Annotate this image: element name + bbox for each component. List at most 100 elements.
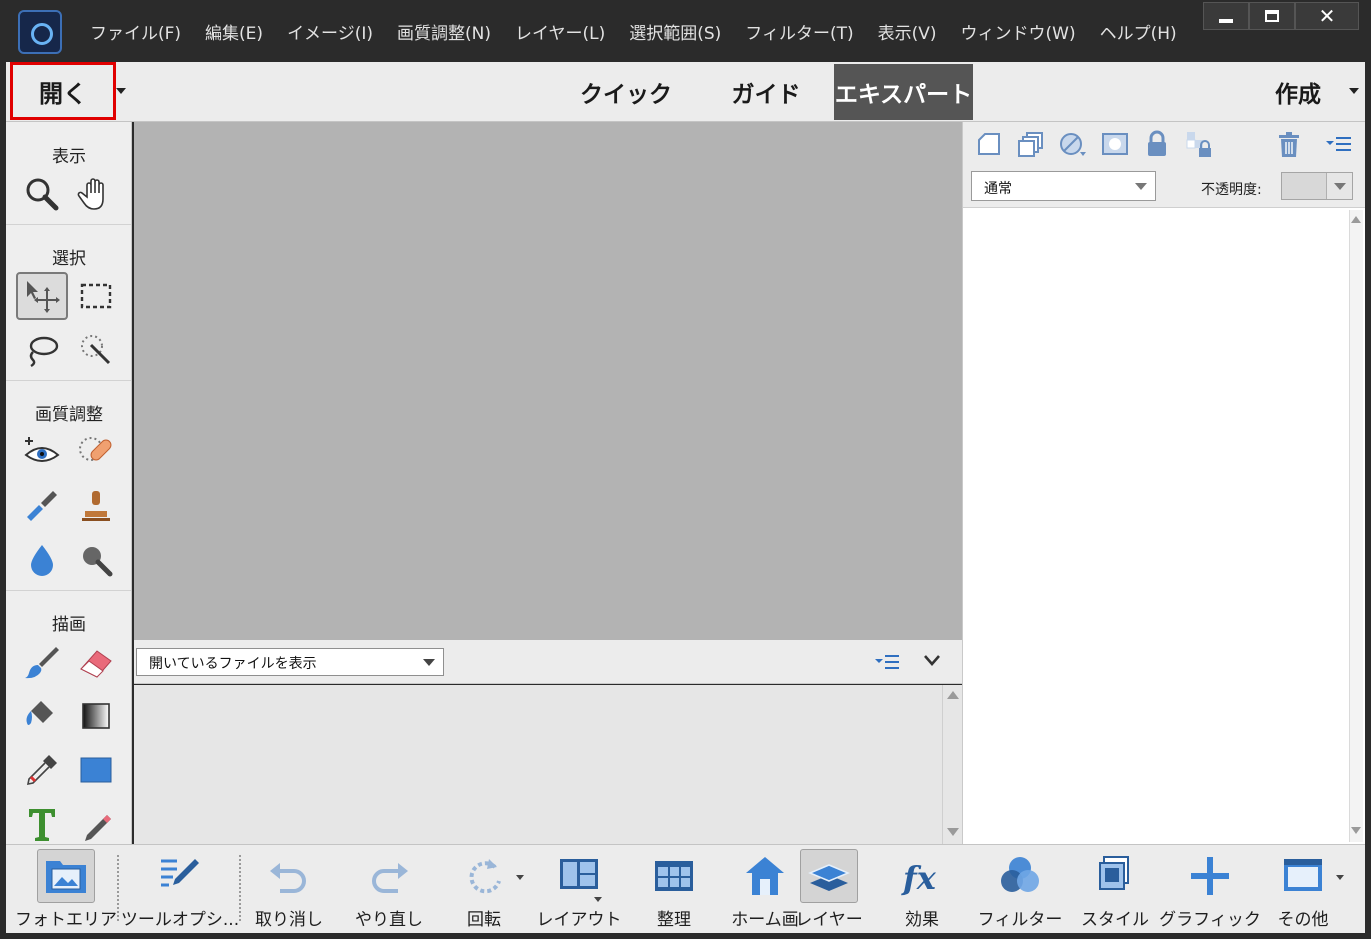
gradient-tool[interactable] <box>70 692 122 740</box>
pencil-tool[interactable] <box>70 800 122 844</box>
layout-label: レイアウト <box>536 910 622 930</box>
menu-filter[interactable]: フィルター(T) <box>733 19 865 44</box>
menu-window[interactable]: ウィンドウ(W) <box>949 19 1088 44</box>
styles-icon <box>1099 856 1129 890</box>
shape-tool[interactable] <box>70 746 122 794</box>
quick-selection-tool[interactable] <box>70 326 122 374</box>
more-label: その他 <box>1277 910 1329 930</box>
rectangle-shape-icon <box>80 757 112 783</box>
layers-panel-label: レイヤー <box>795 910 863 930</box>
paint-bucket-tool[interactable] <box>16 692 68 740</box>
eyedropper-tool[interactable] <box>16 746 68 794</box>
tool-options-button[interactable]: ツールオプシ... <box>121 849 239 931</box>
close-button[interactable]: ✕ <box>1295 2 1359 30</box>
filters-button[interactable]: フィルター <box>972 849 1068 931</box>
rotate-button[interactable]: 回転 <box>444 849 524 931</box>
brush-tool[interactable] <box>16 638 68 686</box>
chevron-down-icon[interactable] <box>1334 183 1346 190</box>
layers-panel-button[interactable]: レイヤー <box>795 849 863 931</box>
lasso-tool[interactable] <box>16 326 68 374</box>
scroll-up-icon[interactable] <box>1351 216 1361 223</box>
panel-menu-icon[interactable] <box>874 652 900 672</box>
menu-image[interactable]: イメージ(I) <box>275 19 385 44</box>
redo-label: やり直し <box>355 910 423 930</box>
menu-file[interactable]: ファイル(F) <box>78 19 193 44</box>
effects-button[interactable]: fx 効果 <box>882 849 962 931</box>
red-eye-tool[interactable] <box>16 428 68 476</box>
layout-button[interactable]: レイアウト <box>534 849 624 931</box>
redo-button[interactable]: やり直し <box>344 849 434 931</box>
maximize-button[interactable] <box>1249 2 1295 30</box>
tool-group-view: 表示 <box>52 147 86 167</box>
hand-icon <box>77 178 104 210</box>
paint-bucket-icon <box>26 701 53 725</box>
scroll-down-icon[interactable] <box>947 828 959 836</box>
scroll-up-icon[interactable] <box>947 691 959 699</box>
layer-mask-icon[interactable] <box>1101 130 1129 158</box>
window-frame <box>0 62 6 939</box>
tab-quick[interactable]: クイック <box>576 64 676 120</box>
organize-button[interactable]: 整理 <box>634 849 714 931</box>
taskbar-separator <box>239 855 241 921</box>
opacity-field[interactable] <box>1281 172 1353 200</box>
open-dropdown-icon[interactable] <box>116 88 126 94</box>
menu-help[interactable]: ヘルプ(H) <box>1088 19 1189 44</box>
create-button[interactable]: 作成 <box>1275 64 1321 120</box>
menu-select[interactable]: 選択範囲(S) <box>617 19 733 44</box>
lock-icon[interactable] <box>1143 130 1171 158</box>
rotate-dropdown-icon[interactable] <box>516 875 524 880</box>
styles-button[interactable]: スタイル <box>1070 849 1160 931</box>
clone-stamp-tool[interactable] <box>70 482 122 530</box>
opacity-label: 不透明度: <box>1201 182 1262 198</box>
more-button[interactable]: その他 <box>1268 849 1338 931</box>
collapse-chevron-icon[interactable] <box>922 650 942 670</box>
tab-expert[interactable]: エキスパート <box>834 64 973 120</box>
minimize-button[interactable] <box>1203 2 1249 30</box>
type-tool[interactable] <box>16 800 68 844</box>
menu-view[interactable]: 表示(V) <box>866 19 949 44</box>
window-frame <box>0 933 1371 939</box>
photo-bin-button[interactable]: フォトエリア <box>15 849 117 931</box>
adjustment-layer-icon[interactable] <box>1059 130 1087 158</box>
eraser-tool[interactable] <box>70 638 122 686</box>
photo-bin-select[interactable]: 開いているファイルを表示 <box>136 648 444 676</box>
layout-icon <box>560 859 598 889</box>
tool-separator <box>6 224 131 225</box>
create-dropdown-icon[interactable] <box>1349 88 1359 94</box>
image-canvas[interactable] <box>134 122 962 640</box>
tab-guided[interactable]: ガイド <box>716 64 816 120</box>
sponge-tool[interactable] <box>70 536 122 584</box>
menu-layer[interactable]: レイヤー(L) <box>503 19 617 44</box>
scroll-down-icon[interactable] <box>1351 827 1361 834</box>
lock-transparency-icon[interactable] <box>1185 130 1213 158</box>
menu-edit[interactable]: 編集(E) <box>193 19 275 44</box>
menu-enhance[interactable]: 画質調整(N) <box>385 19 503 44</box>
layers-scrollbar[interactable] <box>1349 210 1363 842</box>
graphics-button[interactable]: グラフィック <box>1159 849 1261 931</box>
rotate-label: 回転 <box>467 910 501 930</box>
new-layer-icon[interactable] <box>975 130 1003 158</box>
app-logo-icon <box>18 10 62 54</box>
marquee-tool[interactable] <box>70 272 122 320</box>
blur-tool[interactable] <box>16 536 68 584</box>
trash-icon[interactable] <box>1275 130 1303 158</box>
new-group-icon[interactable] <box>1017 130 1045 158</box>
open-button[interactable]: 開く <box>10 62 116 120</box>
layers-panel: 通常 不透明度: <box>962 122 1366 844</box>
sponge-icon <box>83 547 113 577</box>
spot-healing-tool[interactable] <box>70 428 122 476</box>
layout-dropdown-icon[interactable] <box>594 897 602 902</box>
maximize-icon <box>1265 10 1279 22</box>
photo-bin-label: フォトエリア <box>15 910 117 930</box>
smart-brush-tool[interactable] <box>16 482 68 530</box>
panel-menu-icon[interactable] <box>1325 130 1353 158</box>
more-dropdown-icon[interactable] <box>1336 875 1344 880</box>
undo-button[interactable]: 取り消し <box>244 849 334 931</box>
blend-mode-select[interactable]: 通常 <box>971 171 1156 201</box>
zoom-tool[interactable] <box>16 170 68 218</box>
close-icon: ✕ <box>1318 4 1336 28</box>
photo-bin-area[interactable] <box>134 685 942 844</box>
photo-bin-scrollbar[interactable] <box>942 685 962 844</box>
hand-tool[interactable] <box>70 170 122 218</box>
move-tool[interactable] <box>16 272 68 320</box>
